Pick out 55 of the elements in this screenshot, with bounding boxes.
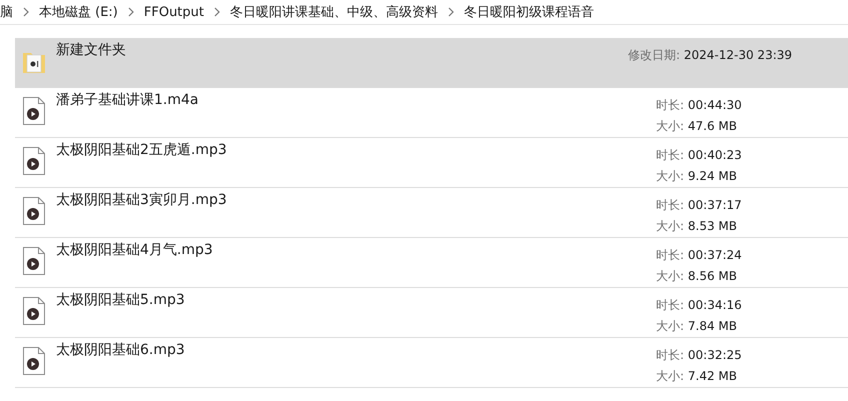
- breadcrumb-item[interactable]: 冬日暖阳讲课基础、中级、高级资料: [230, 3, 438, 21]
- file-row[interactable]: 太极阴阳基础2五虎遁.mp3 时长: 00:40:23 大小: 9.24 MB: [15, 138, 848, 188]
- detail-label: 大小:: [656, 219, 684, 233]
- detail-label: 大小:: [656, 369, 684, 383]
- audio-file-icon: [22, 346, 46, 376]
- file-name: 潘弟子基础讲课1.m4a: [56, 92, 198, 108]
- breadcrumb-item[interactable]: 冬日暖阳初级课程语音: [464, 3, 594, 21]
- file-name: 新建文件夹: [56, 42, 126, 58]
- audio-file-icon: [22, 296, 46, 326]
- breadcrumb-item[interactable]: FFOutput: [144, 4, 204, 20]
- detail-value: 8.53 MB: [688, 219, 737, 233]
- file-row[interactable]: 太极阴阳基础5.mp3 时长: 00:34:16 大小: 7.84 MB: [15, 288, 848, 338]
- detail-value: 00:34:16: [688, 298, 742, 312]
- detail-value: 9.24 MB: [688, 169, 737, 183]
- detail-label: 时长:: [656, 248, 684, 262]
- audio-file-icon: [22, 196, 46, 226]
- chevron-icon: [126, 7, 135, 17]
- file-row[interactable]: 潘弟子基础讲课1.m4a 时长: 00:44:30 大小: 47.6 MB: [15, 88, 848, 138]
- chevron-icon: [447, 7, 455, 17]
- detail-value: 7.42 MB: [688, 369, 737, 383]
- detail-label: 大小:: [656, 169, 684, 183]
- detail-label: 时长:: [656, 148, 684, 162]
- detail-value: 2024-12-30 23:39: [684, 48, 792, 62]
- detail-label: 时长:: [656, 348, 684, 362]
- file-name: 太极阴阳基础4月气.mp3: [56, 242, 213, 258]
- file-name: 太极阴阳基础2五虎遁.mp3: [56, 142, 227, 158]
- file-row[interactable]: 太极阴阳基础3寅卯月.mp3 时长: 00:37:17 大小: 8.53 MB: [15, 188, 848, 238]
- detail-value: 00:37:24: [688, 248, 742, 262]
- file-name: 太极阴阳基础3寅卯月.mp3: [56, 192, 227, 208]
- audio-file-icon: [22, 96, 46, 126]
- detail-label: 修改日期:: [628, 48, 680, 62]
- detail-value: 00:37:17: [688, 198, 742, 212]
- detail-value: 00:44:30: [688, 98, 742, 112]
- detail-label: 大小:: [656, 269, 684, 283]
- audio-file-icon: [22, 146, 46, 176]
- detail-label: 大小:: [656, 319, 684, 333]
- breadcrumb-item[interactable]: 脑: [0, 3, 13, 21]
- detail-value: 00:40:23: [688, 148, 742, 162]
- detail-label: 时长:: [656, 198, 684, 212]
- breadcrumb-item[interactable]: 本地磁盘 (E:): [39, 3, 118, 21]
- file-row[interactable]: 新建文件夹 修改日期: 2024-12-30 23:39: [15, 38, 848, 88]
- chevron-icon: [22, 7, 30, 17]
- detail-label: 大小:: [656, 119, 684, 133]
- detail-value: 47.6 MB: [688, 119, 737, 133]
- file-name: 太极阴阳基础6.mp3: [56, 342, 185, 358]
- chevron-icon: [213, 7, 221, 17]
- audio-file-icon: [22, 246, 46, 276]
- detail-value: 00:32:25: [688, 348, 742, 362]
- file-row[interactable]: 太极阴阳基础4月气.mp3 时长: 00:37:24 大小: 8.56 MB: [15, 238, 848, 288]
- file-name: 太极阴阳基础5.mp3: [56, 292, 185, 308]
- detail-label: 时长:: [656, 298, 684, 312]
- detail-label: 时长:: [656, 98, 684, 112]
- detail-value: 8.56 MB: [688, 269, 737, 283]
- detail-value: 7.84 MB: [688, 319, 737, 333]
- file-row[interactable]: 太极阴阳基础6.mp3 时长: 00:32:25 大小: 7.42 MB: [15, 338, 848, 388]
